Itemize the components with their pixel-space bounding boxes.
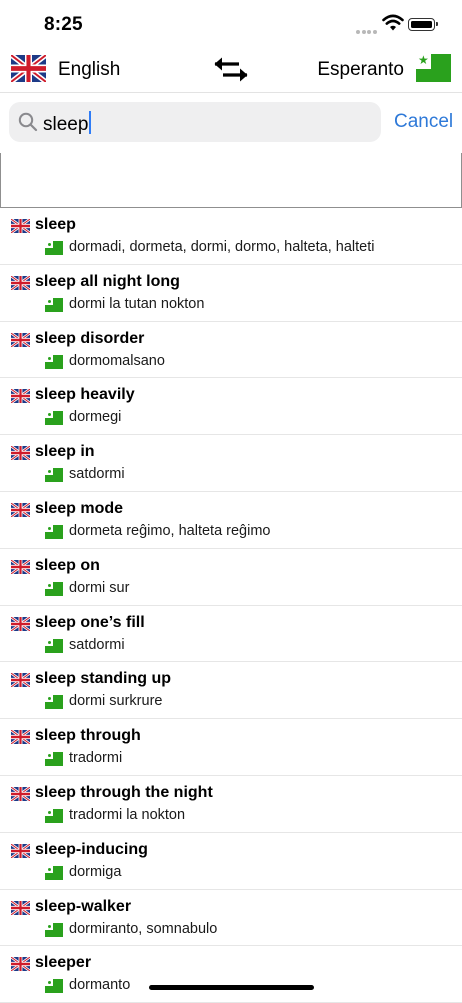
swap-languages-icon[interactable]	[213, 56, 249, 82]
uk-flag-icon	[11, 843, 30, 858]
esperanto-flag-icon	[45, 468, 63, 483]
entry-translation: dormegi	[69, 409, 122, 426]
esperanto-flag-icon	[45, 695, 63, 710]
wifi-icon	[382, 14, 404, 31]
list-item[interactable]: sleep disorder dormomalsano	[0, 322, 462, 379]
target-language-label[interactable]: Esperanto	[317, 59, 404, 81]
entry-term: sleep	[35, 216, 76, 233]
esperanto-flag-icon	[45, 524, 63, 539]
search-icon	[18, 112, 38, 132]
entry-translation: satdormi	[69, 636, 125, 653]
uk-flag-icon	[11, 502, 30, 517]
entry-term: sleep through the night	[35, 783, 213, 801]
cancel-button[interactable]: Cancel	[394, 111, 453, 133]
uk-flag-icon	[11, 332, 30, 347]
esperanto-flag-icon	[45, 979, 63, 994]
list-item[interactable]: sleep on dormi sur	[0, 549, 462, 606]
uk-flag-icon	[11, 446, 30, 461]
entry-translation: dormiga	[69, 863, 122, 880]
search-query-text[interactable]: sleep	[43, 111, 92, 136]
esperanto-flag-icon	[45, 808, 63, 823]
list-item[interactable]: sleep-walker dormiranto, somnabulo	[0, 890, 462, 947]
entry-term: sleep through	[35, 727, 141, 745]
status-time: 8:25	[44, 14, 83, 35]
language-bar: English Esperanto	[0, 46, 462, 93]
list-item[interactable]: sleep all night long dormi la tutan nokt…	[0, 265, 462, 322]
list-item[interactable]: sleep through the night tradormi la nokt…	[0, 776, 462, 833]
uk-flag-icon	[11, 616, 30, 631]
entry-term: sleep mode	[35, 499, 124, 517]
esperanto-flag-icon	[45, 638, 63, 653]
entry-translation: dormomalsano	[69, 352, 165, 369]
uk-flag-icon	[11, 275, 30, 290]
list-item[interactable]: sleep-inducing dormiga	[0, 833, 462, 890]
home-indicator[interactable]	[149, 985, 314, 990]
uk-flag-icon[interactable]	[11, 55, 46, 82]
entry-term: sleep standing up	[35, 670, 172, 688]
entry-term: sleep all night long	[35, 272, 180, 290]
empty-banner-area	[0, 153, 462, 208]
uk-flag-icon	[11, 559, 30, 574]
list-item[interactable]: sleep mode dormeta reĝimo, halteta reĝim…	[0, 492, 462, 549]
source-language-label[interactable]: English	[58, 59, 120, 81]
esperanto-flag-icon	[45, 241, 63, 255]
entry-term: sleeper	[35, 954, 92, 972]
list-item[interactable]: sleep through tradormi	[0, 719, 462, 776]
entry-translation: dormadi, dormeta, dormi, dormo, halteta,…	[69, 239, 375, 255]
esperanto-flag-icon	[45, 752, 63, 767]
search-input[interactable]: sleep	[9, 102, 381, 142]
entry-translation: tradormi	[69, 750, 123, 767]
search-row: sleep Cancel	[0, 92, 462, 154]
entry-term: sleep in	[35, 443, 95, 461]
results-list[interactable]: sleep dormadi, dormeta, dormi, dormo, ha…	[0, 208, 462, 1003]
uk-flag-icon	[11, 219, 30, 233]
uk-flag-icon	[11, 673, 30, 688]
esperanto-flag-icon	[45, 865, 63, 880]
esperanto-flag-icon	[45, 581, 63, 596]
entry-translation: dormi sur	[69, 579, 130, 596]
entry-translation: tradormi la nokton	[69, 806, 186, 823]
uk-flag-icon	[11, 900, 30, 915]
list-item[interactable]: sleep standing up dormi surkrure	[0, 662, 462, 720]
list-item[interactable]: sleeper dormanto	[0, 946, 462, 1003]
status-bar: 8:25	[0, 0, 462, 46]
entry-translation: dormi la tutan nokton	[69, 295, 205, 312]
entry-translation: dormi surkrure	[69, 693, 163, 710]
entry-term: sleep heavily	[35, 386, 135, 404]
entry-translation: dormeta reĝimo, halteta reĝimo	[69, 522, 271, 539]
uk-flag-icon	[11, 957, 30, 972]
entry-translation: dormiranto, somnabulo	[69, 920, 218, 937]
entry-term: sleep one’s fill	[35, 613, 145, 631]
battery-icon	[408, 18, 438, 31]
entry-term: sleep-inducing	[35, 840, 148, 858]
list-item[interactable]: sleep heavily dormegi	[0, 378, 462, 436]
uk-flag-icon	[11, 786, 30, 801]
cellular-signal-icon	[356, 21, 378, 39]
uk-flag-icon	[11, 389, 30, 404]
list-item[interactable]: sleep one’s fill satdormi	[0, 606, 462, 663]
text-cursor	[89, 111, 92, 134]
entry-term: sleep on	[35, 556, 100, 574]
esperanto-flag-icon	[45, 354, 63, 369]
uk-flag-icon	[11, 730, 30, 745]
list-item[interactable]: sleep dormadi, dormeta, dormi, dormo, ha…	[0, 208, 462, 265]
list-item[interactable]: sleep in satdormi	[0, 435, 462, 492]
esperanto-flag-icon	[45, 411, 63, 426]
esperanto-flag-icon[interactable]	[416, 53, 451, 82]
entry-translation: dormanto	[69, 977, 131, 994]
esperanto-flag-icon	[45, 922, 63, 937]
entry-translation: satdormi	[69, 466, 125, 483]
entry-term: sleep disorder	[35, 329, 145, 347]
entry-term: sleep-walker	[35, 897, 132, 915]
esperanto-flag-icon	[45, 297, 63, 312]
